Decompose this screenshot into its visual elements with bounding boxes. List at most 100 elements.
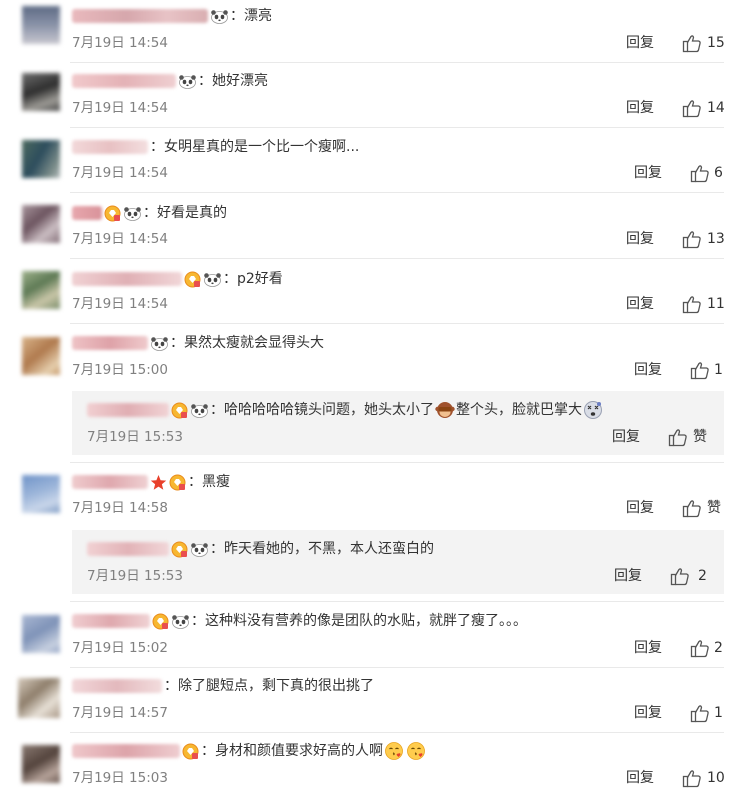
comment-item: ：身材和颜值要求好高的人啊 7月19日 15:03 回复 10 [0, 733, 748, 795]
avatar[interactable] [22, 73, 60, 111]
sub-reply-text: 昨天看她的，不黑，本人还蛮白的 [224, 541, 434, 557]
comment-text: 这种料没有营养的像是团队的水贴，就胖了瘦了。。。 [205, 613, 527, 629]
username[interactable] [72, 206, 102, 220]
reply-button[interactable]: 回复 [634, 360, 662, 380]
reply-button[interactable]: 回复 [614, 566, 642, 586]
like-count: 6 [714, 165, 723, 181]
thumbs-up-icon[interactable] [682, 230, 702, 249]
sub-reply-text-line: ：哈哈哈哈哈镜头问题，她头太小了 整个头，脸就巴掌大 [87, 399, 604, 421]
comment-time: 7月19日 14:54 [72, 35, 168, 51]
panda-emoji-icon [190, 542, 209, 557]
vip-badge-icon [171, 402, 188, 419]
comment-text: 身材和颜值要求好高的人啊 [215, 743, 383, 759]
thumbs-up-icon[interactable] [668, 428, 688, 447]
like-count: 1 [714, 705, 723, 721]
comment-text-line: ：女明星真的是一个比一个瘦啊... [72, 136, 359, 158]
thumbs-up-icon[interactable] [690, 704, 710, 723]
comment-text: 漂亮 [244, 8, 272, 24]
reply-button[interactable]: 回复 [626, 498, 654, 518]
reply-button[interactable]: 回复 [612, 427, 640, 447]
username[interactable] [72, 336, 148, 350]
avatar[interactable] [22, 615, 60, 653]
sub-reply-text: 整个头，脸就巴掌大 [456, 402, 582, 418]
reply-button[interactable]: 回复 [634, 638, 662, 658]
like-count: 13 [707, 231, 725, 247]
vip-badge-icon [104, 205, 121, 222]
avatar[interactable] [22, 140, 60, 178]
star-badge-icon [150, 474, 167, 491]
avatar[interactable] [22, 205, 60, 243]
username[interactable] [87, 403, 169, 417]
thumbs-up-icon[interactable] [682, 34, 702, 53]
like-count: 2 [714, 640, 723, 656]
see-no-evil-monkey-icon [435, 400, 455, 420]
avatar[interactable] [22, 745, 60, 783]
comment-item: ：这种料没有营养的像是团队的水贴，就胖了瘦了。。。 7月19日 15:02 回复… [0, 602, 748, 668]
avatar[interactable] [18, 678, 60, 718]
comment-time: 7月19日 15:03 [72, 770, 168, 786]
panda-emoji-icon [203, 272, 222, 287]
sub-reply-time: 7月19日 15:53 [87, 568, 183, 584]
like-label[interactable]: 赞 [707, 498, 721, 518]
avatar[interactable] [22, 271, 60, 309]
thumbs-up-icon[interactable] [690, 361, 710, 380]
reply-button[interactable]: 回复 [626, 229, 654, 249]
comment-time: 7月19日 14:58 [72, 500, 168, 516]
like-count: 15 [707, 35, 725, 51]
username[interactable] [72, 679, 162, 693]
reply-button[interactable]: 回复 [634, 703, 662, 723]
username[interactable] [87, 542, 169, 556]
panda-emoji-icon [171, 614, 190, 629]
thumbs-up-icon[interactable] [682, 769, 702, 788]
like-count: 11 [707, 296, 725, 312]
username[interactable] [72, 74, 176, 88]
sub-reply-text-line: ：昨天看她的，不黑，本人还蛮白的 [87, 538, 434, 560]
comment-text-line: ：黑瘦 [72, 471, 230, 493]
comment-text-line: ：好看是真的 [72, 202, 227, 224]
comment-time: 7月19日 14:54 [72, 100, 168, 116]
like-label[interactable]: 赞 [693, 427, 707, 447]
comment-text: 她好漂亮 [212, 73, 268, 89]
comment-text: 女明星真的是一个比一个瘦啊... [164, 139, 360, 155]
username[interactable] [72, 744, 180, 758]
avatar[interactable] [22, 337, 60, 375]
thumbs-up-icon[interactable] [690, 639, 710, 658]
username[interactable] [72, 475, 148, 489]
vip-badge-icon [184, 271, 201, 288]
comment-text-line: ：这种料没有营养的像是团队的水贴，就胖了瘦了。。。 [72, 610, 527, 632]
comment-time: 7月19日 15:00 [72, 362, 168, 378]
kissing-face-icon [384, 741, 404, 761]
comment-item: ：黑瘦 7月19日 14:58 回复 赞 ：昨天看她的，不黑，本人还蛮白的 7月… [0, 463, 748, 602]
comment-item: ：p2好看 7月19日 14:54 回复 11 [0, 259, 748, 324]
reply-button[interactable]: 回复 [626, 768, 654, 788]
comment-text-line: ：漂亮 [72, 5, 272, 27]
thumbs-up-icon[interactable] [690, 164, 710, 183]
comment-text: 好看是真的 [157, 205, 227, 221]
thumbs-up-icon[interactable] [682, 99, 702, 118]
reply-button[interactable]: 回复 [634, 163, 662, 183]
comment-item: ：女明星真的是一个比一个瘦啊... 7月19日 14:54 回复 6 [0, 128, 748, 193]
username[interactable] [72, 614, 150, 628]
avatar[interactable] [22, 475, 60, 513]
kissing-face-icon [406, 741, 426, 761]
reply-button[interactable]: 回复 [626, 33, 654, 53]
comment-text-line: ：她好漂亮 [72, 70, 268, 92]
vip-badge-icon [182, 743, 199, 760]
comment-text-line: ：除了腿短点，剩下真的很出挑了 [72, 675, 374, 697]
username[interactable] [72, 140, 148, 154]
comment-item: ：果然太瘦就会显得头大 7月19日 15:00 回复 1 ：哈哈哈哈哈镜头问题，… [0, 324, 748, 463]
comment-text: 果然太瘦就会显得头大 [184, 335, 324, 351]
username[interactable] [72, 9, 208, 23]
comment-time: 7月19日 14:57 [72, 705, 168, 721]
reply-button[interactable]: 回复 [626, 98, 654, 118]
avatar[interactable] [22, 6, 60, 44]
panda-emoji-icon [210, 9, 229, 24]
reply-button[interactable]: 回复 [626, 294, 654, 314]
like-count: 1 [714, 362, 723, 378]
panda-emoji-icon [150, 336, 169, 351]
thumbs-up-icon[interactable] [682, 499, 702, 518]
thumbs-up-icon[interactable] [670, 567, 690, 586]
username[interactable] [72, 272, 182, 286]
thumbs-up-icon[interactable] [682, 295, 702, 314]
sub-reply-text: 哈哈哈哈哈镜头问题，她头太小了 [224, 402, 434, 418]
